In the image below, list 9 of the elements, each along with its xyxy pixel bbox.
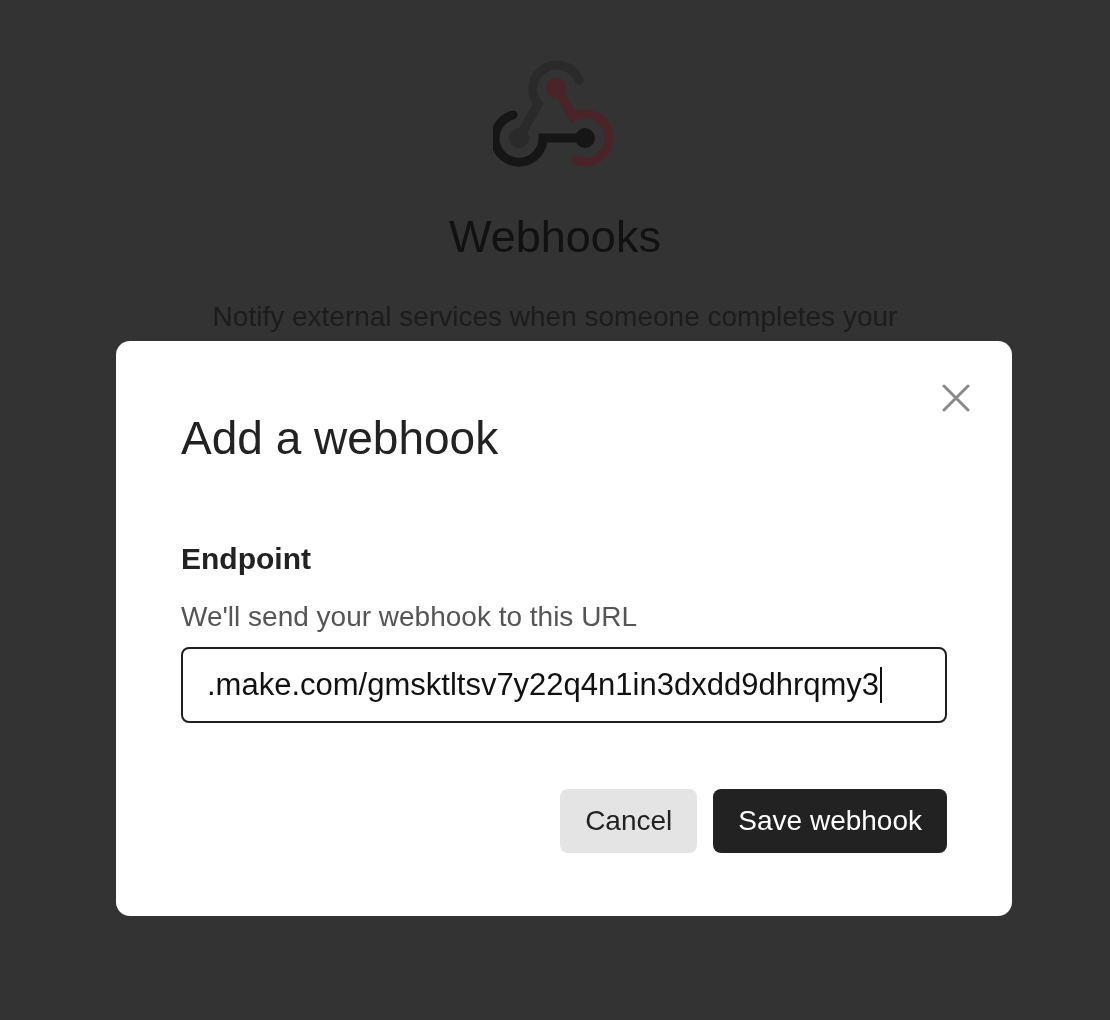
input-field[interactable]: .make.com/gmsktltsv7y22q4n1in3dxdd9dhrqmy3 bbox=[181, 647, 947, 723]
field-hint: We'll send your webhook to this URL bbox=[181, 603, 639, 631]
close-icon bbox=[942, 384, 970, 412]
text-cursor-icon bbox=[880, 667, 882, 703]
field-label: Endpoint bbox=[181, 544, 312, 574]
close-button[interactable] bbox=[942, 384, 970, 412]
save-button[interactable]: Save webhook bbox=[713, 789, 947, 853]
cancel-button[interactable]: Cancel bbox=[560, 789, 698, 853]
dialog-title: Add a webhook bbox=[181, 415, 500, 461]
